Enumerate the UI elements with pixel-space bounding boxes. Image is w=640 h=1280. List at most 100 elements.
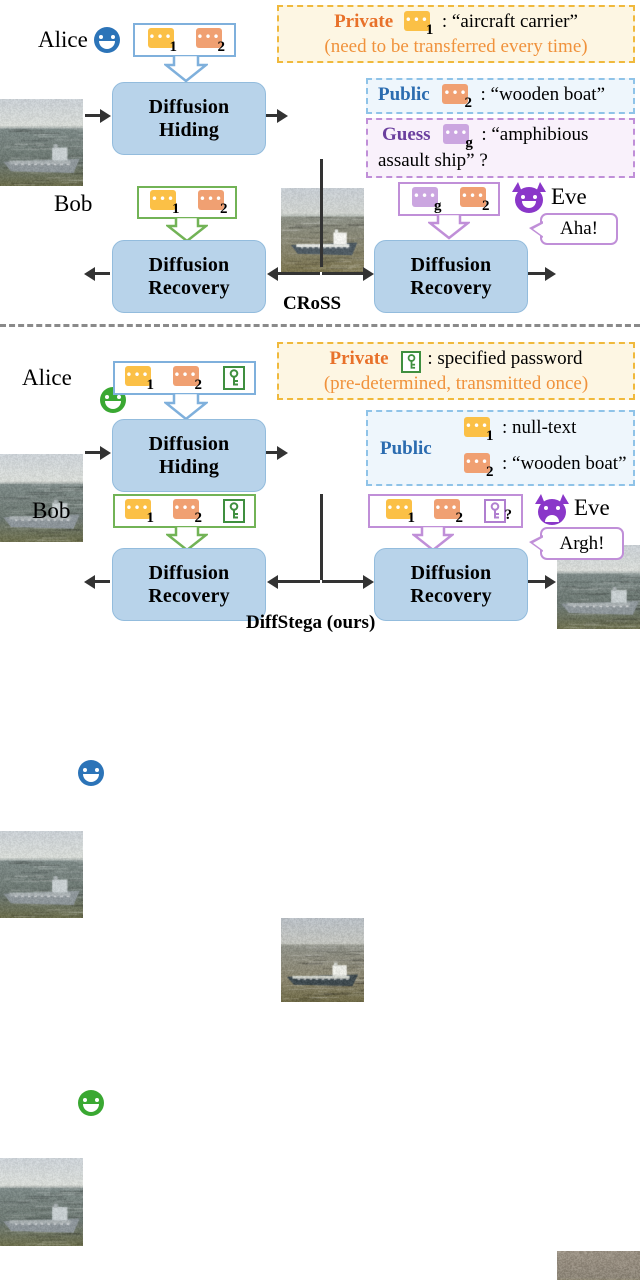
bob-prompt-group-bottom[interactable]: ••• 1 ••• 2 bbox=[113, 494, 256, 528]
public-chat-bubble-icon-top: ••• 2 bbox=[442, 84, 472, 111]
arrow-secret-to-hiding-top bbox=[85, 114, 101, 117]
public-chat-bubble-2-icon-bottom: ••• 2 bbox=[464, 453, 494, 480]
arrow-head-1 bbox=[100, 109, 111, 123]
arrow-head-3 bbox=[84, 267, 95, 281]
chat-bubble-2-icon: ••• 2 bbox=[433, 498, 463, 526]
recovery-bob-line2-bottom: Recovery bbox=[148, 584, 230, 607]
arrow-head-8 bbox=[277, 446, 288, 460]
chat-bubble-2-icon: ••• 2 bbox=[172, 365, 202, 393]
alice-name-top: Alice bbox=[38, 27, 88, 52]
alice-prompt-down-arrow-bottom bbox=[164, 393, 208, 421]
eve-prompt-group-top[interactable]: ••• g ••• 2 bbox=[398, 182, 500, 216]
chat-bubble-2-icon: ••• 2 bbox=[195, 27, 225, 55]
alice-prompt-group-bottom[interactable]: ••• 1 ••• 2 bbox=[113, 361, 256, 395]
recovery-eve-line1-bottom: Diffusion bbox=[410, 562, 492, 585]
recovery-eve-line1-top: Diffusion bbox=[410, 254, 492, 277]
recovery-bob-line2-top: Recovery bbox=[148, 276, 230, 299]
chat-bubble-1-icon: ••• 1 bbox=[150, 190, 180, 217]
failed-image-eve-bottom bbox=[557, 1251, 640, 1280]
alice-face-icon-bottom bbox=[78, 760, 104, 786]
arrow-secret-to-hiding-bottom bbox=[85, 451, 101, 454]
container-connector-top bbox=[320, 159, 323, 267]
eve-speech-balloon-bottom: Argh! bbox=[529, 527, 624, 560]
arrow-head-10 bbox=[267, 575, 278, 589]
guess-value-top: : “amphibious bbox=[481, 124, 589, 145]
section-divider bbox=[0, 324, 640, 327]
eve-prompt-group-bottom[interactable]: ••• 1 ••• 2 ? bbox=[368, 494, 523, 528]
alice-prompt-group-top[interactable]: ••• 1 ••• 2 bbox=[133, 23, 236, 57]
private-panel-top: Private ••• 1 : “aircraft carrier” (need… bbox=[277, 5, 635, 63]
chat-bubble-1-icon: ••• 1 bbox=[124, 498, 154, 526]
private-value-bottom: : specified password bbox=[427, 348, 583, 369]
public-panel-bottom: Public ••• 1 : null-text ••• 2 : “wooden… bbox=[366, 410, 635, 486]
guess-chat-bubble-icon-top: ••• g bbox=[443, 124, 473, 151]
diffusion-hiding-box-bottom[interactable]: Diffusion Hiding bbox=[112, 419, 266, 492]
arrow-head-2 bbox=[277, 109, 288, 123]
guess-panel-top: Guess ••• g : “amphibious assault ship” … bbox=[366, 118, 635, 178]
chat-bubble-2-icon: ••• 2 bbox=[172, 498, 202, 526]
private-chat-bubble-icon-top: ••• 1 bbox=[403, 11, 434, 38]
recovery-eve-line2-bottom: Recovery bbox=[410, 584, 492, 607]
recovery-eve-line2-top: Recovery bbox=[410, 276, 492, 299]
chat-bubble-1-icon: ••• 1 bbox=[385, 498, 415, 526]
diffusion-recovery-eve-box-bottom[interactable]: Diffusion Recovery bbox=[374, 548, 528, 621]
diffusion-recovery-eve-box-top[interactable]: Diffusion Recovery bbox=[374, 240, 528, 313]
arrow-head-5 bbox=[363, 267, 374, 281]
diffstega-caption: DiffStega (ours) bbox=[246, 612, 376, 633]
secret-image-aircraft-carrier-bottom bbox=[0, 831, 83, 918]
arrow-container-to-recovery-right-bottom bbox=[322, 580, 364, 583]
public-row1-value-bottom: : null-text bbox=[502, 417, 577, 438]
diffusion-hiding-line1-bottom: Diffusion bbox=[148, 433, 230, 456]
secret-image-aircraft-carrier-top bbox=[0, 99, 83, 186]
guess-value-line2-top: assault ship” ? bbox=[378, 150, 488, 171]
container-image-wooden-boat-bottom bbox=[281, 918, 364, 1002]
chat-bubble-1-icon: ••• 1 bbox=[124, 365, 154, 393]
private-note-bottom: (pre-determined, transmitted once) bbox=[323, 373, 589, 394]
arrow-head-12 bbox=[545, 575, 556, 589]
bob-prompt-group-top[interactable]: ••• 1 ••• 2 bbox=[137, 186, 237, 219]
public-label-top: Public bbox=[378, 84, 430, 105]
alice-prompt-down-arrow-top bbox=[164, 55, 208, 83]
diffusion-recovery-bob-box-bottom[interactable]: Diffusion Recovery bbox=[112, 548, 266, 621]
chat-bubble-2-icon: ••• 2 bbox=[460, 186, 490, 214]
diffusion-hiding-line2-bottom: Hiding bbox=[158, 455, 220, 478]
key-icon bbox=[483, 499, 506, 523]
private-value-top: : “aircraft carrier” bbox=[441, 11, 578, 32]
eve-speech-text-top: Aha! bbox=[560, 218, 598, 239]
recovery-bob-line1-bottom: Diffusion bbox=[148, 562, 230, 585]
cross-caption: CRoSS bbox=[283, 293, 342, 314]
diffusion-hiding-line2-top: Hiding bbox=[158, 118, 220, 141]
private-panel-bottom: Private : specified password (pre-determ… bbox=[277, 342, 635, 400]
diffusion-hiding-box-top[interactable]: Diffusion Hiding bbox=[112, 82, 266, 155]
eve-name-top: Eve bbox=[551, 184, 587, 209]
arrow-recovery-to-bob-bottom bbox=[94, 580, 110, 583]
bob-name-bottom: Bob bbox=[32, 498, 71, 523]
arrow-container-to-recovery-left-bottom bbox=[278, 580, 320, 583]
public-panel-top: Public ••• 2 : “wooden boat” bbox=[366, 78, 635, 114]
key-icon bbox=[401, 351, 422, 373]
eve-speech-balloon-top: Aha! bbox=[529, 213, 618, 245]
arrow-head-9 bbox=[84, 575, 95, 589]
key-question-mark: ? bbox=[504, 507, 513, 523]
arrow-recovery-to-bob-top bbox=[94, 272, 110, 275]
chat-bubble-2-icon: ••• 2 bbox=[198, 190, 228, 217]
public-chat-bubble-1-icon-bottom: ••• 1 bbox=[464, 417, 494, 444]
eve-speech-text-bottom: Argh! bbox=[559, 532, 605, 554]
diffusion-recovery-bob-box-top[interactable]: Diffusion Recovery bbox=[112, 240, 266, 313]
private-label-top: Private bbox=[334, 11, 394, 32]
arrow-recovery-to-eveimg-top bbox=[528, 272, 546, 275]
figure-canvas: Alice ••• 1 ••• 2 Diffusion Hiding Priva… bbox=[0, 0, 640, 1280]
eve-name-bottom: Eve bbox=[574, 495, 610, 520]
eve-face-icon-top bbox=[512, 182, 546, 214]
eve-face-icon-bottom bbox=[535, 494, 569, 526]
container-connector-bottom bbox=[320, 494, 323, 580]
bob-face-icon-bottom bbox=[78, 1090, 104, 1116]
key-icon bbox=[222, 499, 245, 523]
private-note-top: (need to be transferred every time) bbox=[324, 36, 588, 57]
arrow-head-11 bbox=[363, 575, 374, 589]
eve-prompt-down-arrow-top bbox=[428, 214, 470, 240]
diffusion-hiding-line1-top: Diffusion bbox=[148, 96, 230, 119]
key-icon bbox=[222, 366, 245, 390]
alice-face-icon-top bbox=[94, 27, 120, 53]
arrow-head-7 bbox=[100, 446, 111, 460]
